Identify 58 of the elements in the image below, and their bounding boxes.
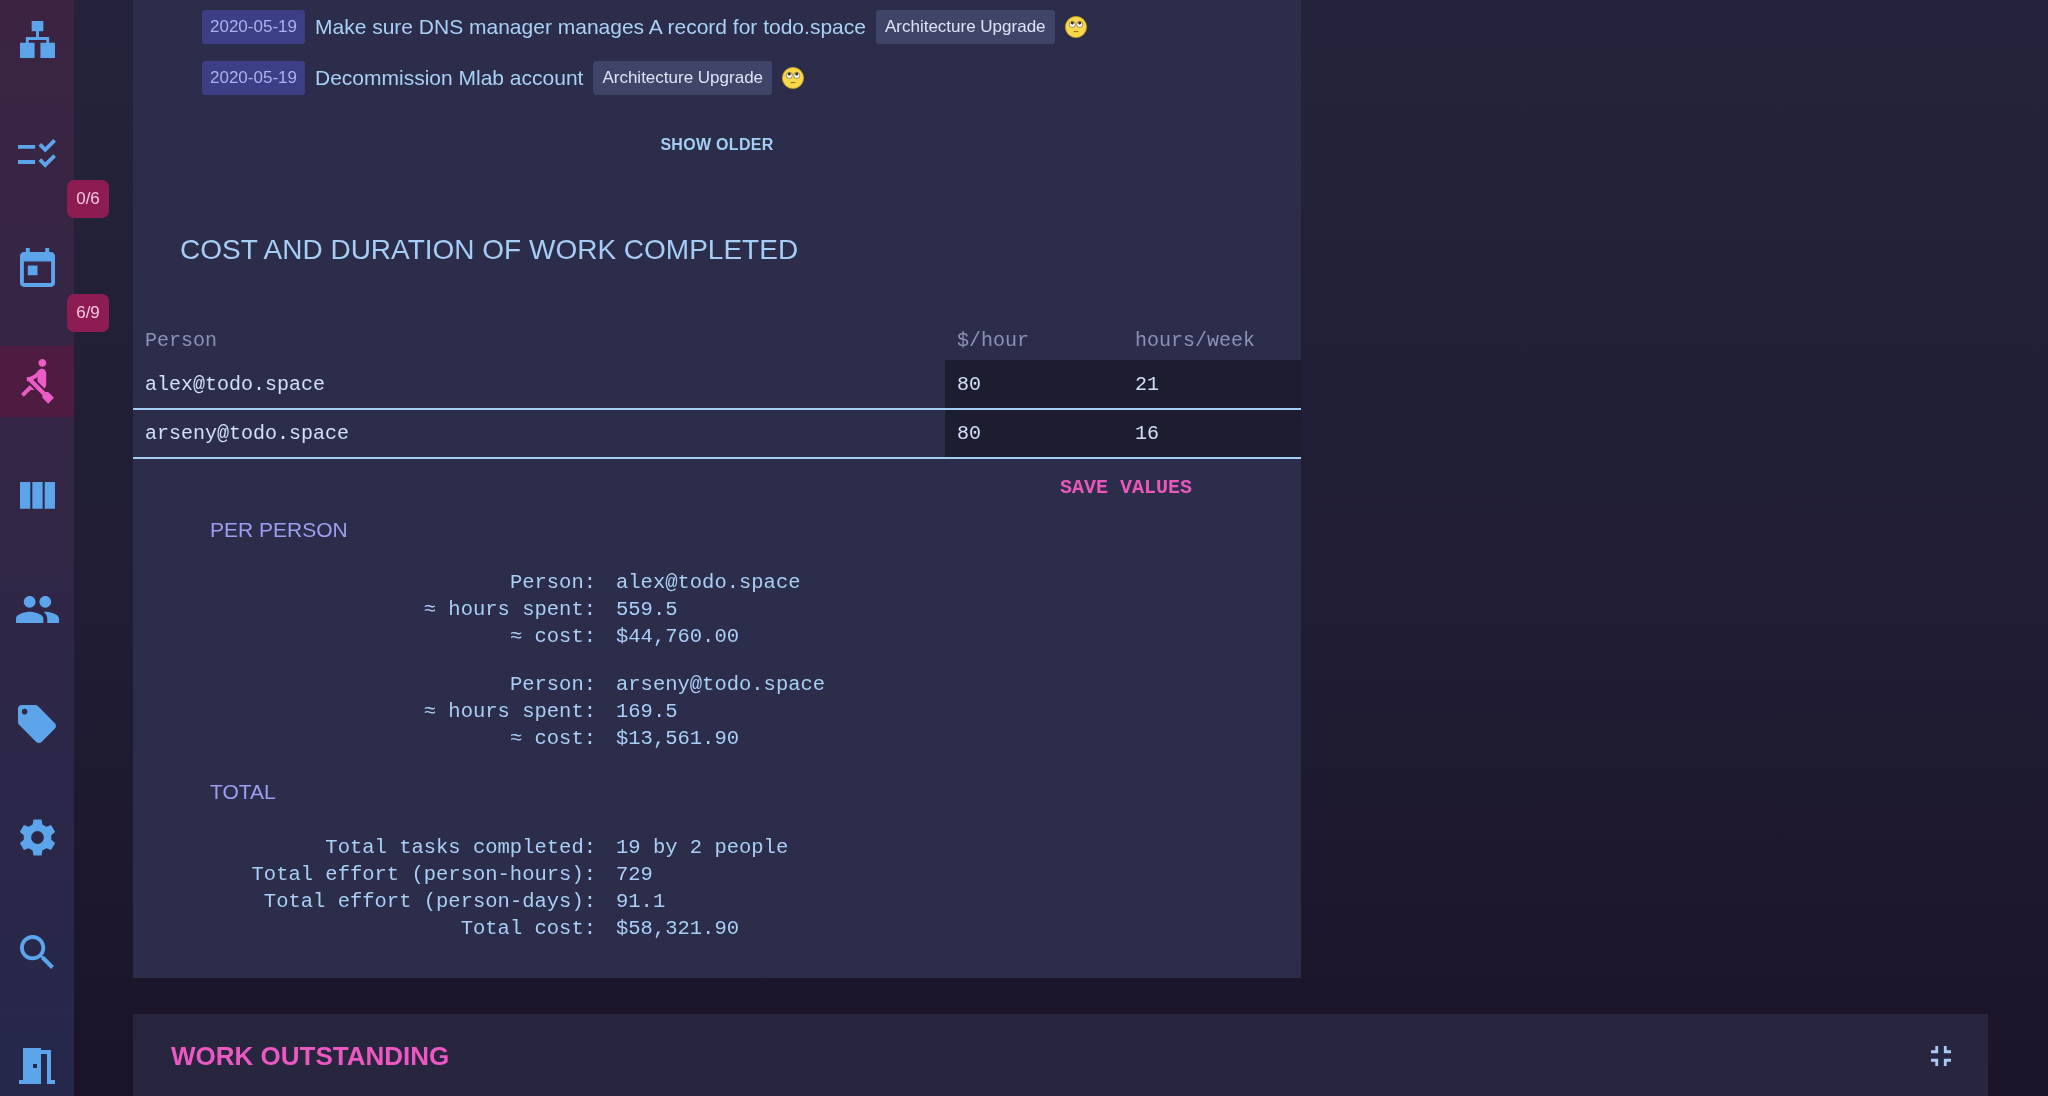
settings-icon — [18, 819, 56, 856]
person-cell: alex@todo.space — [133, 360, 945, 409]
stat-value: 169.5 — [616, 699, 679, 725]
calendar-icon — [19, 248, 55, 287]
stat-value: 559.5 — [616, 597, 679, 623]
stat-label: Person: — [508, 570, 596, 596]
face-emoji-icon — [782, 67, 805, 89]
people-icon — [15, 595, 59, 624]
stat-label: ≈ hours spent: — [422, 597, 596, 623]
task-title[interactable]: Make sure DNS manager manages A record for todo.space — [314, 15, 866, 39]
stat-label: Person: — [508, 672, 596, 698]
paddler-icon — [20, 359, 54, 404]
search-icon — [20, 934, 54, 969]
column-header: Person — [133, 320, 945, 360]
stat-value: $13,561.90 — [616, 726, 741, 752]
date-badge: 2020-05-19 — [202, 61, 305, 95]
hours-field[interactable]: 21 — [1123, 360, 1301, 409]
rate-field[interactable]: 80 — [945, 360, 1123, 409]
checklist-icon — [18, 139, 56, 168]
tag-chip[interactable]: Architecture Upgrade — [593, 61, 773, 95]
door-icon — [19, 1047, 55, 1084]
collapse-button[interactable] — [1931, 1046, 1951, 1066]
tag-icon — [18, 704, 56, 743]
stat-value: 91.1 — [616, 889, 667, 915]
sitemap-icon — [19, 20, 55, 59]
stat-value: $44,760.00 — [616, 624, 741, 650]
stat-label: ≈ hours spent: — [422, 699, 596, 725]
tag-chip[interactable]: Architecture Upgrade — [875, 10, 1055, 44]
stat-label: Total effort (person-days): — [262, 889, 596, 915]
stat-label: ≈ cost: — [508, 624, 596, 650]
stat-value: alex@todo.space — [616, 570, 802, 596]
columns-icon — [19, 482, 55, 509]
column-header: hours/week — [1123, 320, 1301, 360]
stat-value: $58,321.90 — [616, 916, 741, 942]
column-header: $/hour — [945, 320, 1123, 360]
date-badge: 2020-05-19 — [202, 10, 305, 44]
task-title[interactable]: Decommission Mlab account — [314, 66, 584, 90]
subsection-title: TOTAL — [210, 779, 277, 805]
stat-value: 729 — [616, 862, 654, 888]
section-heading: COST AND DURATION OF WORK COMPLETED — [180, 233, 800, 267]
nav-button[interactable] — [0, 346, 74, 417]
count-badge: 0/6 — [67, 180, 109, 218]
stat-label: Total effort (person-hours): — [250, 862, 596, 888]
stat-label: ≈ cost: — [508, 726, 596, 752]
stat-value: arseny@todo.space — [616, 672, 827, 698]
stat-label: Total cost: — [459, 916, 596, 942]
show-older-button[interactable]: SHOW OLDER — [652, 130, 782, 160]
collapse-icon — [1931, 1046, 1951, 1066]
hours-field[interactable]: 16 — [1123, 409, 1301, 458]
count-badge: 6/9 — [67, 294, 109, 332]
rate-field[interactable]: 80 — [945, 409, 1123, 458]
subsection-title: PER PERSON — [210, 517, 349, 543]
stat-label: Total tasks completed: — [324, 835, 596, 861]
panel-title: WORK OUTSTANDING — [171, 1040, 450, 1072]
face-emoji-icon — [1064, 16, 1087, 38]
person-cell: arseny@todo.space — [133, 409, 945, 458]
stat-value: 19 by 2 people — [616, 835, 790, 861]
save-values-button[interactable]: SAVE VALUES — [1051, 472, 1200, 502]
